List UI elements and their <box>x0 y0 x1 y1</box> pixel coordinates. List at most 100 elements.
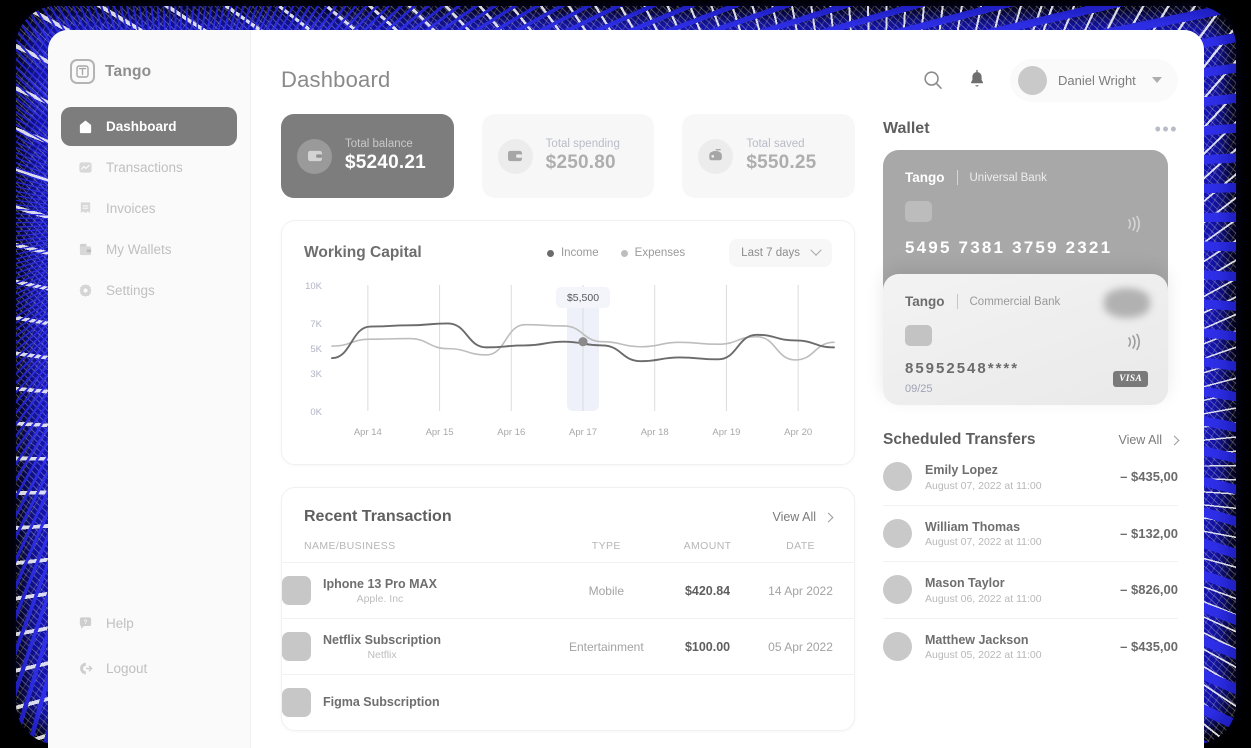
right-column: Wallet ••• Tango Universal Bank 5495 738… <box>883 104 1180 731</box>
legend-item-expenses: Expenses <box>620 247 685 259</box>
sidebar-item-invoices[interactable]: Invoices <box>61 189 237 228</box>
sidebar-item-my-wallets[interactable]: My Wallets <box>61 230 237 269</box>
date-range-select[interactable]: Last 7 days <box>729 239 832 267</box>
card-expiry: 09/25 <box>905 383 933 395</box>
transfer-datetime: August 05, 2022 at 11:00 <box>925 649 1042 661</box>
sidebar-item-label: Settings <box>106 283 155 298</box>
card-bank: Commercial Bank <box>969 295 1061 308</box>
sidebar: Tango Dashboard Transactions Invoices My… <box>48 30 251 748</box>
brand: Tango <box>48 30 250 84</box>
table-header-row: NAME/BUSINESS TYPE AMOUNT DATE <box>282 540 854 563</box>
table-row[interactable]: Figma Subscription <box>282 674 854 730</box>
wallet-icon <box>79 243 92 256</box>
legend-label: Income <box>560 247 599 259</box>
stat-text: Total balance $5240.21 <box>345 138 426 174</box>
sidebar-item-label: Logout <box>106 661 148 676</box>
screenshot-stage: Tango Dashboard Transactions Invoices My… <box>0 0 1251 748</box>
working-capital-chart[interactable]: 0K 3K 5K 7K 10K Apr 14 Apr 15 Apr 16 Apr 17 Apr 1… <box>294 277 842 445</box>
transaction-business: Apple. Inc <box>356 592 404 605</box>
transaction-type: Entertainment <box>544 618 668 675</box>
recent-transactions-header: Recent Transaction View All <box>282 488 854 526</box>
section-title: Recent Transaction <box>304 508 452 525</box>
transaction-date <box>747 674 854 730</box>
card-face-blur <box>1104 288 1150 318</box>
list-item[interactable]: Emily Lopez August 07, 2022 at 11:00 – $… <box>883 449 1178 505</box>
view-all-label: View All <box>1118 433 1162 447</box>
sidebar-item-logout[interactable]: Logout <box>61 649 239 688</box>
view-all-transfers-link[interactable]: View All <box>1118 433 1180 447</box>
svg-text:Apr 14: Apr 14 <box>354 427 382 438</box>
avatar <box>1018 65 1047 95</box>
sidebar-item-label: Dashboard <box>106 119 177 134</box>
transfer-name: Mason Taylor <box>925 576 1005 590</box>
transfer-name: William Thomas <box>925 519 1021 534</box>
chart-header: Working Capital Income Expenses Last 7 d… <box>282 221 854 267</box>
sidebar-item-settings[interactable]: Settings <box>61 271 237 310</box>
card-brand: Tango <box>905 170 945 185</box>
transfer-datetime: August 07, 2022 at 11:00 <box>925 536 1042 548</box>
transaction-amount: $420.84 <box>668 562 748 619</box>
card-chip-icon <box>905 201 932 222</box>
user-name: Daniel Wright <box>1058 72 1136 88</box>
table-row[interactable]: Iphone 13 Pro MAX Apple. Inc Mobile $420… <box>282 562 854 619</box>
transaction-date: 14 Apr 2022 <box>747 562 854 619</box>
transactions-icon <box>79 162 92 173</box>
transaction-name: Netflix Subscription <box>323 633 442 648</box>
view-all-transactions-link[interactable]: View All <box>772 510 834 524</box>
transfer-amount: – $435,00 <box>1120 638 1178 654</box>
transfer-amount: – $132,00 <box>1120 525 1178 541</box>
transactions-table: NAME/BUSINESS TYPE AMOUNT DATE Iphone 13… <box>282 540 854 730</box>
stat-card-total-spending[interactable]: Total spending $250.80 <box>481 114 655 198</box>
transactions-table-body: Iphone 13 Pro MAX Apple. Inc Mobile $420… <box>282 562 854 730</box>
transaction-business: Netflix <box>367 648 397 661</box>
sidebar-item-label: My Wallets <box>106 242 172 257</box>
table-row[interactable]: Netflix Subscription Netflix Entertainme… <box>282 618 854 675</box>
contactless-icon <box>1128 333 1140 351</box>
list-item[interactable]: William Thomas August 07, 2022 at 11:00 … <box>883 504 1178 562</box>
stat-card-total-balance[interactable]: Total balance $5240.21 <box>281 114 454 198</box>
scheduled-transfers-list: Emily Lopez August 07, 2022 at 11:00 – $… <box>883 449 1178 674</box>
legend-item-income: Income <box>546 247 599 259</box>
transfer-datetime: August 07, 2022 at 11:00 <box>925 479 1042 492</box>
working-capital-card: Working Capital Income Expenses Last 7 d… <box>281 220 855 465</box>
wallet-icon <box>497 138 533 174</box>
stat-card-total-saved[interactable]: Total saved $550.25 <box>682 114 856 198</box>
avatar <box>883 631 912 661</box>
list-item[interactable]: Matthew Jackson August 05, 2022 at 11:00… <box>883 617 1178 675</box>
column-header-type: TYPE <box>591 540 621 552</box>
transfer-datetime: August 06, 2022 at 11:00 <box>925 592 1042 605</box>
recent-transactions-card: Recent Transaction View All NAME/BUSINES… <box>281 487 855 731</box>
user-menu[interactable]: Daniel Wright <box>1010 58 1178 102</box>
sidebar-item-dashboard[interactable]: Dashboard <box>61 107 237 146</box>
avatar <box>883 518 912 548</box>
stat-value: $550.25 <box>746 152 817 173</box>
search-icon[interactable] <box>922 69 944 91</box>
app-window: Tango Dashboard Transactions Invoices My… <box>48 30 1204 748</box>
logout-icon <box>80 662 93 675</box>
transfer-amount: – $435,00 <box>1120 469 1178 485</box>
top-actions: Daniel Wright <box>922 58 1178 102</box>
stat-label: Total balance <box>345 138 413 150</box>
chevron-right-icon <box>1169 435 1180 445</box>
savings-icon <box>698 138 734 174</box>
tango-logo-icon <box>70 59 95 84</box>
more-horizontal-icon[interactable]: ••• <box>1155 120 1178 138</box>
sidebar-item-transactions[interactable]: Transactions <box>61 148 237 187</box>
transaction-amount <box>668 674 748 730</box>
divider <box>956 294 958 309</box>
divider <box>956 170 958 185</box>
wallet-header: Wallet ••• <box>883 120 1178 138</box>
stat-text: Total saved $550.25 <box>746 138 816 174</box>
sidebar-item-help[interactable]: ? Help <box>61 604 239 643</box>
bank-card-commercial[interactable]: Tango Commercial Bank 85952548**** 09/25… <box>883 274 1168 405</box>
list-item[interactable]: Mason Taylor August 06, 2022 at 11:00 – … <box>883 561 1178 618</box>
wallet-icon <box>297 138 332 174</box>
scheduled-transfers-header: Scheduled Transfers View All <box>883 431 1180 449</box>
legend-dot-expenses <box>620 249 628 257</box>
svg-text:Apr 20: Apr 20 <box>784 427 812 438</box>
bell-icon[interactable] <box>966 69 988 91</box>
page-title: Dashboard <box>281 67 391 92</box>
avatar <box>883 462 912 492</box>
transaction-thumbnail <box>282 632 311 661</box>
sidebar-item-label: Help <box>106 616 134 631</box>
